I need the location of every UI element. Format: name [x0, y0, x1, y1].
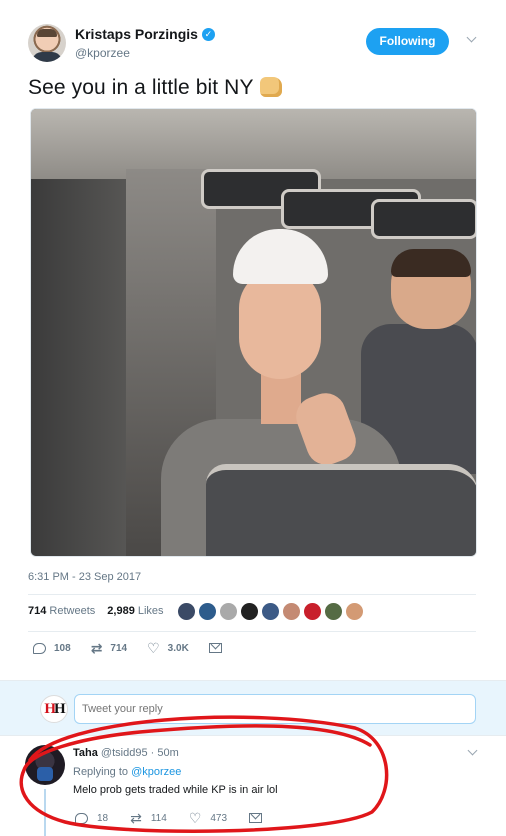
retweet-action[interactable]: ⇄ 114 — [130, 811, 167, 825]
like-count: 3.0K — [167, 642, 189, 654]
reply-composer: HH — [0, 680, 506, 736]
liker-avatar[interactable] — [324, 602, 343, 621]
direct-message-action[interactable] — [249, 813, 263, 823]
liker-avatar[interactable] — [240, 602, 259, 621]
retweet-icon: ⇄ — [130, 810, 142, 826]
tweet-header: Kristaps Porzingis ✓ @kporzee Following — [28, 22, 488, 62]
tweet-photo[interactable] — [30, 108, 477, 557]
reply-author-avatar[interactable] — [25, 745, 65, 785]
reply-header: Taha @tsidd95 · 50m — [73, 747, 179, 759]
chevron-down-icon[interactable] — [465, 33, 479, 47]
reply-input[interactable] — [74, 694, 476, 724]
following-button[interactable]: Following — [366, 28, 449, 55]
envelope-icon — [208, 643, 222, 653]
heart-icon: ♡ — [188, 810, 202, 826]
retweets-label: Retweets — [49, 605, 96, 617]
like-action[interactable]: ♡ 473 — [189, 811, 227, 825]
current-user-avatar[interactable]: HH — [40, 695, 68, 723]
retweet-count: 114 — [150, 812, 167, 824]
reply-count: 108 — [54, 642, 71, 654]
reply-icon — [33, 642, 46, 654]
author-avatar[interactable] — [28, 24, 66, 62]
direct-message-action[interactable] — [208, 643, 222, 653]
tweet-stats: 714 Retweets 2,989 Likes — [28, 605, 164, 617]
tweet-timestamp[interactable]: 6:31 PM - 23 Sep 2017 — [28, 571, 141, 583]
liker-avatar[interactable] — [198, 602, 217, 621]
reply-handle-time[interactable]: @tsidd95 · 50m — [101, 747, 179, 759]
liker-avatar[interactable] — [303, 602, 322, 621]
author-name-block[interactable]: Kristaps Porzingis ✓ @kporzee — [75, 26, 215, 60]
fist-bump-emoji-icon — [259, 77, 282, 97]
tweet-text: See you in a little bit NY — [28, 76, 282, 100]
likes-stat[interactable]: 2,989 Likes — [107, 605, 163, 617]
divider — [28, 631, 476, 632]
tweet-actions: 108 ⇄ 714 ♡ 3.0K — [33, 641, 242, 655]
likes-label: Likes — [137, 605, 164, 617]
reply-author-name[interactable]: Taha — [73, 747, 98, 759]
author-handle[interactable]: @kporzee — [75, 46, 215, 60]
like-count: 473 — [210, 812, 228, 824]
liker-avatars — [177, 602, 364, 621]
heart-icon: ♡ — [147, 640, 160, 656]
author-display-name[interactable]: Kristaps Porzingis ✓ — [75, 26, 215, 42]
retweets-count: 714 — [28, 605, 47, 617]
reply-action[interactable]: 108 — [33, 642, 71, 654]
like-action[interactable]: ♡ 3.0K — [147, 641, 189, 655]
envelope-icon — [249, 813, 263, 823]
reply-text: Melo prob gets traded while KP is in air… — [73, 784, 278, 796]
divider — [28, 594, 476, 595]
reply-actions: 18 ⇄ 114 ♡ 473 — [75, 811, 284, 825]
reply-count: 18 — [97, 812, 109, 824]
liker-avatar[interactable] — [177, 602, 196, 621]
liker-avatar[interactable] — [282, 602, 301, 621]
retweets-stat[interactable]: 714 Retweets — [28, 605, 95, 617]
thread-line — [44, 789, 46, 836]
author-name-text[interactable]: Kristaps Porzingis — [75, 26, 198, 42]
likes-count: 2,989 — [107, 605, 135, 617]
liker-avatar[interactable] — [219, 602, 238, 621]
verified-badge-icon: ✓ — [201, 27, 215, 41]
replying-to-line: Replying to @kporzee — [73, 766, 181, 778]
retweet-action[interactable]: ⇄ 714 — [91, 641, 127, 655]
liker-avatar[interactable] — [261, 602, 280, 621]
replying-to-label: Replying to — [73, 766, 129, 778]
chevron-down-icon[interactable] — [466, 747, 480, 761]
reply-tweet[interactable]: Taha @tsidd95 · 50m Replying to @kporzee… — [0, 737, 506, 836]
replying-to-link[interactable]: @kporzee — [131, 766, 181, 778]
liker-avatar[interactable] — [345, 602, 364, 621]
reply-icon — [75, 812, 88, 824]
retweet-count: 714 — [110, 642, 128, 654]
tweet-text-content: See you in a little bit NY — [28, 76, 254, 99]
reply-action[interactable]: 18 — [75, 812, 109, 824]
retweet-icon: ⇄ — [90, 640, 103, 656]
